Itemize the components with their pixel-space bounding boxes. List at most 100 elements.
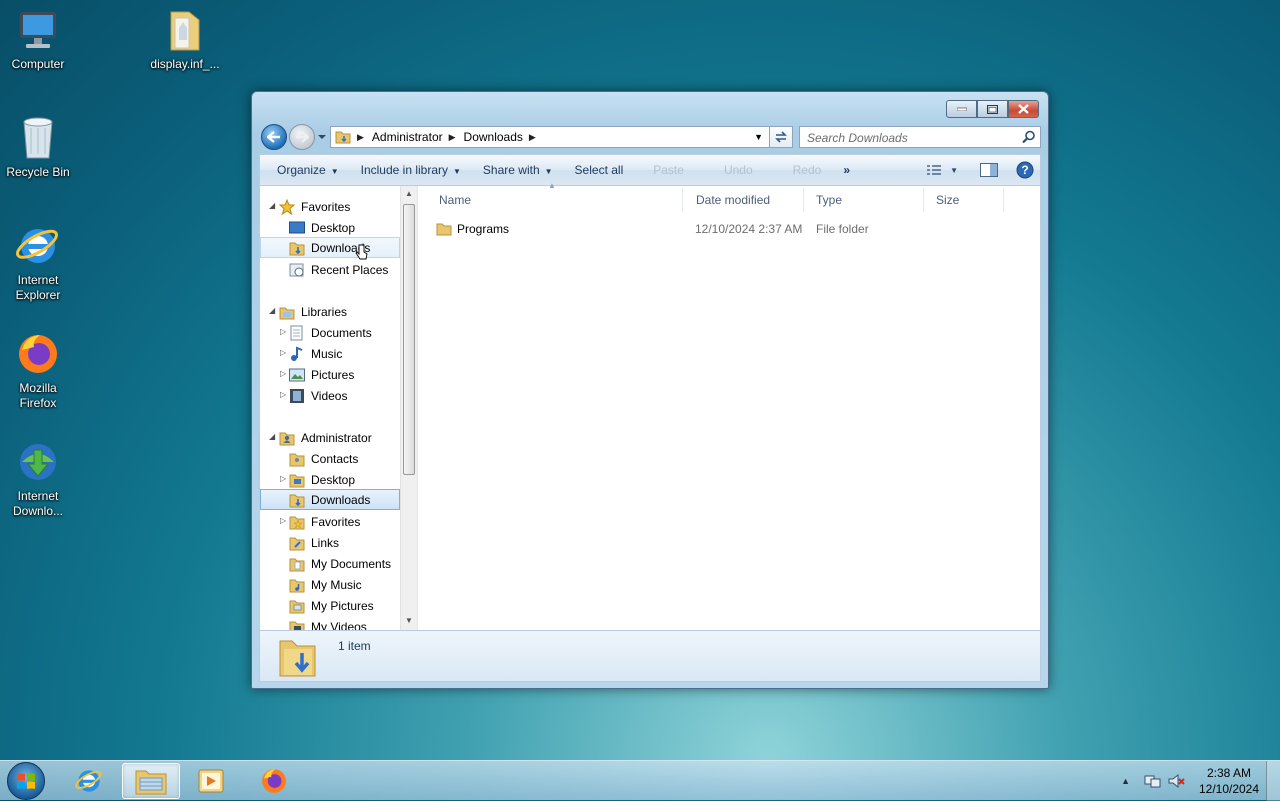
nav-library-documents[interactable]: Documents [289,322,372,343]
breadcrumb-separator-icon[interactable]: ▶ [449,132,456,143]
column-header-size[interactable]: Size [924,188,1004,212]
view-options-dropdown-icon[interactable]: ▼ [950,166,958,175]
breadcrumb-separator-icon[interactable]: ▶ [357,132,364,143]
file-list[interactable]: Name ▲ Date modified Type Size Programs … [422,181,1040,630]
taskbar-media-player[interactable] [183,763,241,799]
show-hidden-icons-icon[interactable]: ▲ [1121,776,1130,786]
expand-triangle-icon[interactable]: ▷ [280,390,286,399]
desktop-icon-recycle-bin[interactable]: Recycle Bin [0,114,76,180]
expand-triangle-icon[interactable]: ▷ [280,474,286,483]
nav-admin-links[interactable]: Links [289,532,339,553]
expand-triangle-icon[interactable]: ▷ [280,348,286,357]
desktop-icon-label: Internet Downlo... [12,489,64,518]
expand-triangle-icon[interactable]: ▷ [280,327,286,336]
nav-favorites[interactable]: Favorites [279,196,350,217]
system-clock[interactable]: 2:38 AM 12/10/2024 [1192,765,1266,797]
redo-button[interactable]: Redo [784,163,831,177]
nav-admin-downloads[interactable]: Downloads [260,489,400,510]
nav-label: Videos [311,388,348,403]
svg-text:?: ? [1021,163,1028,177]
minimize-button[interactable] [946,100,977,118]
nav-administrator[interactable]: Administrator [279,427,372,448]
collapse-triangle-icon[interactable]: ◢ [269,201,275,210]
desktop-icon-label: display.inf_... [150,57,220,71]
preview-pane-icon[interactable] [980,163,998,177]
computer-icon [20,12,56,48]
nav-admin-desktop[interactable]: Desktop [289,469,355,490]
scroll-down-icon[interactable]: ▼ [405,616,413,625]
scrollbar-thumb[interactable] [403,204,415,475]
command-toolbar: Organize ▼ Include in library ▼ Share with… [259,154,1041,186]
column-header-date-modified[interactable]: Date modified [684,188,804,212]
navigation-scrollbar[interactable]: ▲ ▼ [400,186,417,630]
taskbar-firefox[interactable] [245,763,303,799]
refresh-button[interactable] [769,126,793,148]
breadcrumb-separator-icon[interactable]: ▶ [529,132,536,143]
nav-admin-contacts[interactable]: Contacts [289,448,358,469]
share-with-button[interactable]: Share with ▼ [474,163,562,177]
navigation-pane[interactable]: ◢ Favorites Desktop Downloads Recent Pla… [260,186,417,630]
nav-admin-my-pictures[interactable]: My Pictures [289,595,374,616]
desktop-icon-display-inf[interactable]: display.inf_... [147,6,223,72]
chevron-down-icon: ▼ [330,167,339,176]
scroll-up-icon[interactable]: ▲ [405,189,413,198]
maximize-button[interactable] [977,100,1008,118]
expand-triangle-icon[interactable]: ▷ [280,516,286,525]
nav-favorites-desktop[interactable]: Desktop [289,217,355,238]
undo-button[interactable]: Undo [715,163,762,177]
recent-pages-dropdown-icon[interactable] [317,132,327,142]
network-icon[interactable] [1144,773,1162,789]
nav-library-pictures[interactable]: Pictures [289,364,354,385]
nav-library-videos[interactable]: Videos [289,385,347,406]
start-button[interactable] [7,762,45,800]
nav-favorites-recent-places[interactable]: Recent Places [289,259,388,280]
desktop-icon-internet-download-manager[interactable]: Internet Downlo... [0,438,76,519]
column-header-name[interactable]: Name ▲ [424,181,683,212]
more-commands-button[interactable]: » [834,163,859,177]
close-button[interactable] [1008,100,1039,118]
search-input[interactable]: Search Downloads [799,126,1041,148]
search-icon[interactable] [1022,130,1036,144]
nav-admin-favorites[interactable]: Favorites [289,511,360,532]
paste-button[interactable]: Paste [644,163,693,177]
nav-favorites-downloads[interactable]: Downloads [260,237,400,258]
table-row[interactable]: Programs 12/10/2024 2:37 AM File folder [436,219,1036,239]
pane-splitter[interactable] [417,186,421,630]
forward-button[interactable] [289,124,315,150]
column-label: Name [439,193,472,207]
volume-muted-icon[interactable] [1168,773,1186,789]
collapse-triangle-icon[interactable]: ◢ [269,432,275,441]
explorer-window[interactable]: ▶ Administrator ▶ Downloads ▶ ▼ Search D… [251,91,1049,689]
nav-label: Music [311,346,343,361]
desktop-icon-firefox[interactable]: Mozilla Firefox [0,330,76,411]
taskbar-windows-explorer[interactable] [122,763,180,799]
collapse-triangle-icon[interactable]: ◢ [269,306,275,315]
help-icon[interactable]: ? [1016,161,1034,179]
expand-triangle-icon[interactable]: ▷ [280,369,286,378]
select-all-button[interactable]: Select all [566,163,633,177]
desktop-icon-computer[interactable]: Computer [0,8,76,72]
show-desktop-button[interactable] [1266,761,1280,801]
back-button[interactable] [261,124,287,150]
music-icon [289,346,305,362]
internet-explorer-icon [16,229,58,263]
nav-admin-my-music[interactable]: My Music [289,574,362,595]
include-in-library-button[interactable]: Include in library ▼ [352,163,470,177]
organize-button[interactable]: Organize ▼ [268,163,348,177]
desktop-icon-internet-explorer[interactable]: Internet Explorer [0,222,76,303]
breadcrumb-administrator[interactable]: Administrator [372,130,443,144]
address-bar[interactable]: ▶ Administrator ▶ Downloads ▶ ▼ [330,126,770,148]
breadcrumb-downloads[interactable]: Downloads [464,130,523,144]
nav-admin-my-videos[interactable]: My Videos [289,616,367,630]
nav-label: My Pictures [311,598,374,613]
nav-admin-my-documents[interactable]: My Documents [289,553,391,574]
change-view-icon[interactable] [926,164,942,176]
nav-library-music[interactable]: Music [289,343,342,364]
address-dropdown-icon[interactable]: ▼ [754,132,763,142]
clock-time: 2:38 AM [1206,766,1252,780]
folder-icon [436,223,452,236]
taskbar-internet-explorer[interactable] [60,763,118,799]
nav-label: Links [311,535,340,550]
nav-libraries[interactable]: Libraries [279,301,347,322]
column-header-type[interactable]: Type [804,188,924,212]
